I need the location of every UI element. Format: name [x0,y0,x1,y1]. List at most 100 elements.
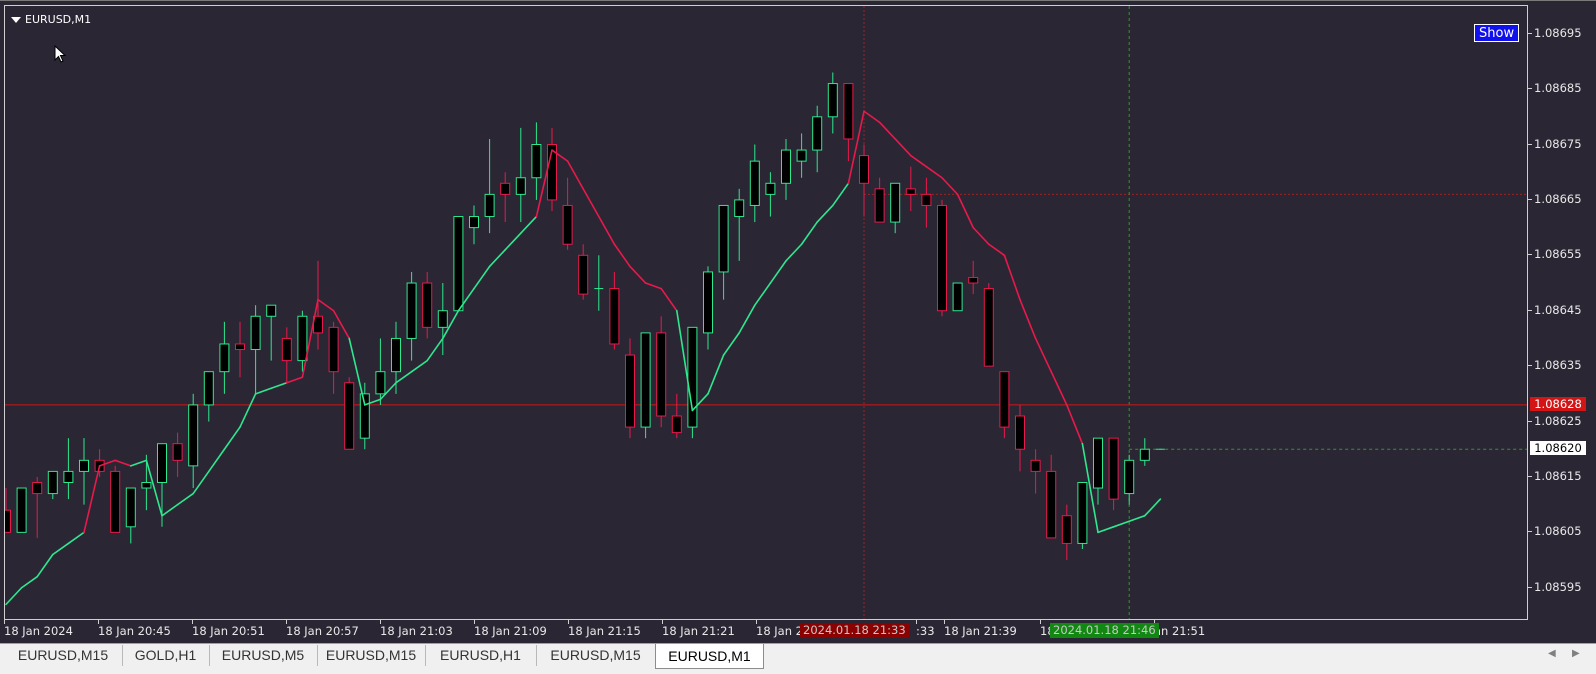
candle-body [843,83,854,140]
indicator-segment [317,298,335,312]
indicator-segment [1128,514,1146,523]
price-tick-label: 1.08645 [1528,302,1582,317]
tab-active-eurusd-m1[interactable]: EURUSD,M1 [655,644,764,669]
indicator-segment [239,393,257,428]
candle-body [1015,415,1025,450]
candle-body [983,288,994,367]
indicator-segment [987,243,1006,257]
candle-body [484,193,495,218]
time-tick-label: an 21:51 [1154,620,1206,638]
candle-body [5,509,11,533]
candle-body [781,149,791,184]
chart-tab[interactable]: EURUSD,H1 [425,645,537,666]
time-axis[interactable]: 18 Jan 2024 18 Jan 20:45 18 Jan 20:51 18 Ja… [4,620,1528,642]
candle-body [110,470,121,533]
indicator-segment [1097,526,1115,534]
candle-body [640,332,651,428]
candle-body [500,182,511,195]
indicator-segment [504,232,522,251]
candlestick-chart[interactable] [5,6,1528,620]
plot-area[interactable]: EURUSD,M1 Show [4,5,1528,620]
candle-body [469,216,479,229]
indicator-segment [519,215,538,234]
time-tick-label: 18 Jan 2024 [4,620,73,638]
indicator-segment [738,304,756,334]
chart-tab[interactable]: EURUSD,M15 [317,645,426,666]
candle-body [1108,437,1119,500]
candle-body [671,415,682,434]
green-crosshair-time-label: 2024.01.18 21:46 [1050,623,1159,638]
candle-body [188,404,199,467]
candle-body [905,188,916,195]
indicator-segment [130,459,148,467]
candle-body [937,204,947,312]
candle-body [625,354,635,428]
indicator-segment [114,459,132,467]
indicator-segment [785,243,803,262]
candle-body [531,144,542,179]
candle-body [157,443,167,483]
candle-body [562,204,573,245]
indicator-segment [1066,404,1084,445]
indicator-segment [909,154,928,168]
candle-body [890,182,901,223]
collapse-arrow-icon[interactable] [11,17,21,23]
indicator-segment [51,542,70,556]
chart-tab-bar: EURUSD,M15 GOLD,H1 EURUSD,M5 EURUSD,M15 EURU… [0,643,1596,674]
candle-body [391,337,401,373]
indicator-segment [925,165,943,179]
price-tick-label: 1.08595 [1528,579,1582,594]
scroll-left-icon[interactable]: ◀ [1548,648,1556,659]
candle-body [422,282,433,328]
indicator-segment [613,243,631,268]
price-axis[interactable]: 1.08695 1.08685 1.08675 1.08665 1.08655 1.086… [1528,5,1596,620]
time-tick-label: 18 Jan 21:09 [474,620,547,638]
indicator-segment [722,332,741,356]
price-tick-label: 1.08615 [1528,468,1582,483]
indicator-segment [83,465,101,534]
indicator-segment [176,492,194,506]
time-tick-label: 18 Jan 21:39 [944,620,1017,638]
candle-body [874,188,885,223]
indicator-segment [473,265,491,290]
candle-body [453,216,464,312]
time-tick-label: 18 Jan 20:51 [192,620,265,638]
indicator-segment [894,138,912,157]
indicator-segment [410,359,429,373]
time-tick-label: 18 Jan 21:15 [568,620,641,638]
candle-body [765,182,776,195]
indicator-segment [161,503,179,517]
candle-body [1061,515,1072,544]
candle-body [63,470,74,483]
chart-window[interactable]: EURUSD,M1 Show 1.08695 1.08685 1.08675 1.08… [0,0,1596,643]
time-tick-label: 18 Jan 2 [756,620,803,638]
indicator-segment [192,470,210,495]
price-tick-label: 1.08605 [1528,524,1582,539]
candle-body [1046,470,1057,539]
time-tick-label: 18 Jan 21:03 [380,620,453,638]
chart-tab[interactable]: EURUSD,M15 [536,645,656,666]
candle-body [609,288,620,345]
indicator-segment [660,287,678,312]
candle-body [79,459,89,472]
chart-title-bar[interactable]: EURUSD,M1 [11,11,91,27]
candle-body [297,315,308,362]
chart-tab[interactable]: GOLD,H1 [122,645,210,666]
show-button[interactable]: Show [1474,24,1520,42]
chart-tab[interactable]: EURUSD,M5 [209,645,318,666]
scroll-right-icon[interactable]: ▶ [1572,648,1580,659]
candle-body [718,204,729,273]
indicator-segment [831,182,850,207]
indicator-segment [972,226,990,246]
indicator-segment [878,121,897,140]
candle-body [281,337,292,362]
candle-body [952,282,963,312]
candle-body [859,155,869,184]
candle-body [999,371,1010,428]
chart-tab[interactable]: EURUSD,M15 [4,645,123,666]
price-tick-label: 1.08625 [1528,413,1582,428]
candle-body [703,271,713,334]
indicator-segment [488,248,507,268]
indicator-segment [5,586,23,606]
mouse-pointer-icon [54,45,67,63]
